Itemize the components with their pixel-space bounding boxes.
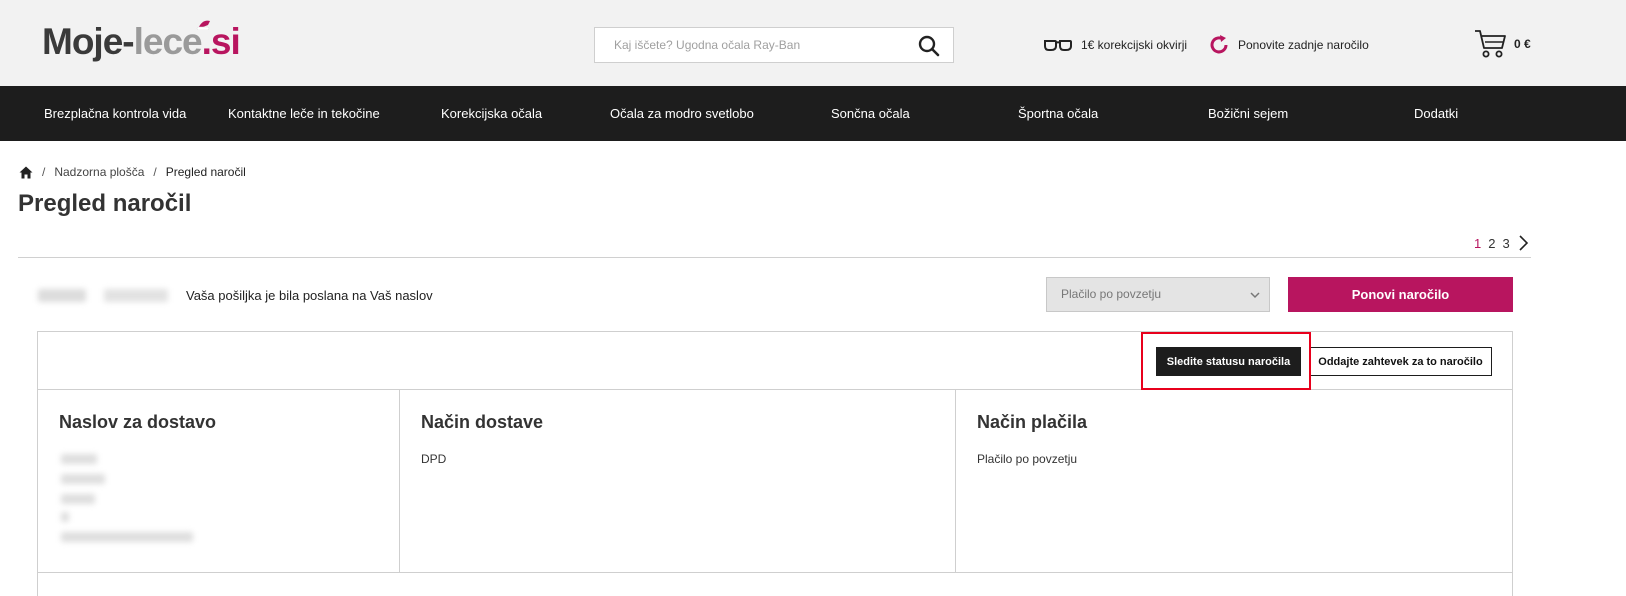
nav-item-christmas-fair[interactable]: Božični sejem xyxy=(1208,86,1288,141)
nav-item-blue-light-glasses[interactable]: Očala za modro svetlobo xyxy=(610,86,754,141)
nav-item-eye-check[interactable]: Brezplačna kontrola vida xyxy=(44,86,186,141)
address-line-redacted xyxy=(61,494,95,504)
pagination: 1 2 3 xyxy=(1474,235,1529,251)
chevron-down-icon xyxy=(1250,292,1260,299)
breadcrumb: / Nadzorna plošča / Pregled naročil xyxy=(19,164,246,180)
santa-hat-icon xyxy=(196,20,210,30)
cart-icon[interactable] xyxy=(1474,28,1508,60)
address-line-redacted xyxy=(61,474,105,484)
page-link-1[interactable]: 1 xyxy=(1474,236,1481,251)
address-line-redacted xyxy=(61,532,193,542)
payment-method-value: Plačilo po povzetju xyxy=(977,452,1078,466)
payment-method-section: Način plačila Plačilo po povzetju xyxy=(956,390,1512,572)
search-box xyxy=(594,27,954,63)
track-order-button[interactable]: Sledite statusu naročila xyxy=(1156,347,1301,376)
address-line-redacted xyxy=(61,454,97,464)
shipment-status: Vaša pošiljka je bila poslana na Vaš nas… xyxy=(186,288,433,303)
breadcrumb-dashboard[interactable]: Nadzorna plošča xyxy=(54,165,144,179)
refresh-icon xyxy=(1210,35,1228,54)
section-divider xyxy=(38,572,1512,573)
delivery-method-title: Način dostave xyxy=(421,412,544,432)
nav-item-sport-glasses[interactable]: Športna očala xyxy=(1018,86,1098,141)
frames-offer-label: 1€ korekcijski okvirji xyxy=(1081,38,1188,52)
delivery-method-section: Način dostave DPD xyxy=(400,390,956,572)
page-title: Pregled naročil xyxy=(18,190,192,217)
delivery-method-value: DPD xyxy=(421,452,447,466)
nav-item-contact-lenses[interactable]: Kontaktne leče in tekočine xyxy=(228,86,380,141)
site-logo[interactable]: Moje-lece.si xyxy=(42,20,241,64)
reorder-last-link[interactable]: Ponovite zadnje naročilo xyxy=(1208,34,1369,56)
home-icon[interactable] xyxy=(19,166,33,179)
submit-request-button[interactable]: Oddajte zahtevek za to naročilo xyxy=(1309,347,1492,376)
shipping-address-title: Naslov za dostavo xyxy=(59,412,217,432)
glasses-icon xyxy=(1044,40,1072,51)
page-link-3[interactable]: 3 xyxy=(1502,236,1509,251)
search-input[interactable] xyxy=(595,28,905,62)
chevron-right-icon[interactable] xyxy=(1517,235,1529,251)
reorder-button[interactable]: Ponovi naročilo xyxy=(1288,277,1513,312)
frames-offer-link[interactable]: 1€ korekcijski okvirji xyxy=(1043,34,1187,56)
breadcrumb-separator: / xyxy=(42,165,46,179)
logo-part-moje: Moje- xyxy=(42,21,135,62)
reorder-last-label: Ponovite zadnje naročilo xyxy=(1238,38,1369,52)
search-icon[interactable] xyxy=(917,34,941,58)
order-date-redacted xyxy=(104,289,168,302)
divider xyxy=(18,257,1531,258)
nav-item-accessories[interactable]: Dodatki xyxy=(1414,86,1458,141)
site-header: Moje-lece.si 1€ korekcijski okvirji Pono… xyxy=(0,0,1626,86)
logo-part-lece: lece xyxy=(133,21,203,62)
cart-total[interactable]: 0 € xyxy=(1514,37,1531,51)
payment-method-title: Način plačila xyxy=(977,412,1088,432)
breadcrumb-separator: / xyxy=(153,165,157,179)
address-line-redacted xyxy=(61,512,69,522)
payment-method-selected: Plačilo po povzetju xyxy=(1061,287,1162,301)
nav-item-prescription-glasses[interactable]: Korekcijska očala xyxy=(441,86,542,141)
shipping-address-section: Naslov za dostavo xyxy=(38,390,400,572)
breadcrumb-current: Pregled naročil xyxy=(165,165,246,179)
page-link-2[interactable]: 2 xyxy=(1488,236,1495,251)
nav-item-sunglasses[interactable]: Sončna očala xyxy=(831,86,910,141)
order-actions-bar: Sledite statusu naročila Oddajte zahteve… xyxy=(38,332,1512,390)
order-number-redacted xyxy=(38,289,86,302)
order-details: Sledite statusu naročila Oddajte zahteve… xyxy=(37,331,1513,596)
main-navigation: Brezplačna kontrola vida Kontaktne leče … xyxy=(0,86,1626,141)
payment-method-select[interactable]: Plačilo po povzetju xyxy=(1046,277,1270,312)
